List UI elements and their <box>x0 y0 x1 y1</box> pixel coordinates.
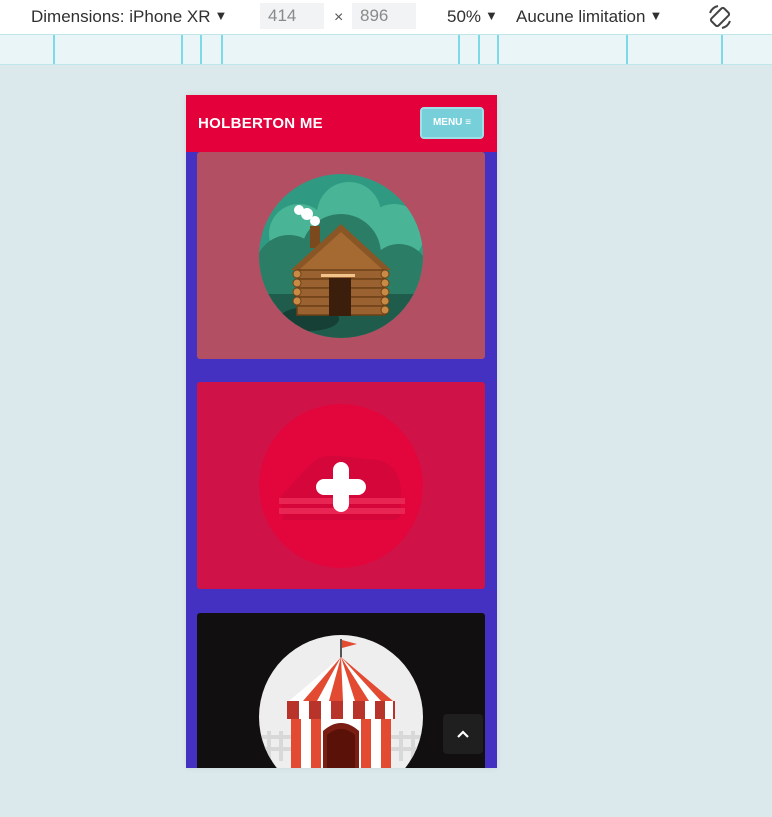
site-header: HOLBERTON ME MENU ≡ <box>186 95 497 152</box>
times-symbol: × <box>334 9 344 26</box>
device-toolbar: Dimensions: iPhone XR ▼ 414 × 896 50% ▼ Au… <box>0 0 772 34</box>
rotate-icon[interactable] <box>706 3 734 31</box>
caret-down-icon: ▼ <box>485 8 498 23</box>
menu-button[interactable]: MENU ≡ <box>420 107 484 139</box>
card-cabin[interactable] <box>197 152 485 359</box>
throttle-label: Aucune limitation <box>516 7 646 26</box>
hamburger-icon: ≡ <box>465 117 472 128</box>
chevron-up-icon <box>457 730 469 738</box>
throttle-select[interactable]: Aucune limitation ▼ <box>516 0 662 34</box>
site-brand[interactable]: HOLBERTON ME <box>198 95 323 152</box>
zoom-label: 50% <box>447 7 482 26</box>
zoom-select[interactable]: 50% ▼ <box>447 0 498 34</box>
width-input[interactable]: 414 <box>260 3 324 29</box>
caret-down-icon: ▼ <box>649 8 663 23</box>
log-cabin-illustration <box>259 174 423 338</box>
media-query-ruler <box>0 34 772 65</box>
plus-sled-illustration <box>259 404 423 568</box>
menu-label: MENU <box>432 117 463 128</box>
scroll-to-top-button[interactable] <box>443 714 483 754</box>
device-viewport: HOLBERTON ME MENU ≡ <box>186 95 497 768</box>
circus-tent-illustration <box>259 635 423 768</box>
card-circus[interactable] <box>197 613 485 768</box>
height-input[interactable]: 896 <box>352 3 416 29</box>
card-plus[interactable] <box>197 382 485 589</box>
device-label: Dimensions: iPhone XR <box>31 7 211 26</box>
device-select[interactable]: Dimensions: iPhone XR ▼ <box>31 0 227 34</box>
caret-down-icon: ▼ <box>214 8 228 23</box>
